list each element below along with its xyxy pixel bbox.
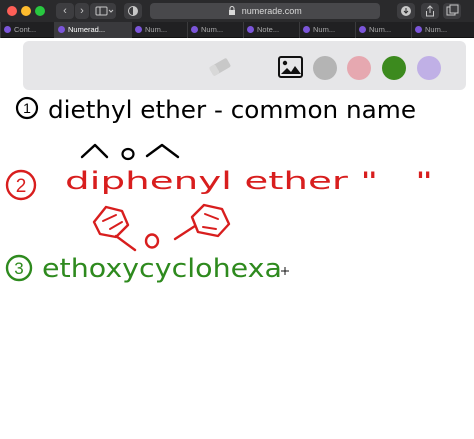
tab-label: Num... — [425, 25, 448, 34]
ethoxycyclohexa-text: ethoxycyclohexa — [42, 254, 282, 284]
handwritten-line-3: 3 ethoxycyclohexa — [5, 254, 289, 284]
back-button[interactable]: ‹ — [56, 3, 74, 19]
tab-label: Num... — [369, 25, 392, 34]
numerade-favicon-icon — [247, 26, 254, 33]
number-2-label: 2 — [16, 176, 27, 197]
handwritten-line-1: 1 diethyl ether - common name — [15, 96, 416, 161]
crosshair-cursor-icon — [281, 267, 289, 275]
number-3-label: 3 — [14, 259, 23, 278]
sidebar-icon — [95, 6, 114, 16]
url-text: numerade.com — [241, 6, 302, 16]
close-window-button[interactable] — [7, 6, 17, 16]
tab-4[interactable]: Note... — [243, 22, 299, 38]
diethyl-ether-text: diethyl ether - common name — [48, 96, 416, 124]
address-bar[interactable]: numerade.com — [150, 3, 380, 19]
whiteboard-area[interactable]: 1 diethyl ether - common name 2 diphenyl… — [0, 39, 474, 439]
ethyl-chain-left — [80, 143, 109, 159]
tab-7[interactable]: Num... — [411, 22, 474, 38]
new-tab-button[interactable] — [443, 3, 461, 19]
handwritten-line-2: 2 diphenyl ether " " — [5, 167, 433, 252]
numerade-favicon-icon — [4, 26, 11, 33]
numerade-favicon-icon — [58, 26, 65, 33]
numerade-favicon-icon — [303, 26, 310, 33]
phenyl-ring-left-bonds — [102, 214, 123, 230]
bond-left — [114, 234, 137, 252]
whiteboard-canvas: 1 diethyl ether - common name 2 diphenyl… — [5, 96, 433, 284]
bond-right — [173, 224, 197, 241]
sidebar-toggle-button[interactable] — [90, 3, 116, 19]
tab-label: Num... — [145, 25, 168, 34]
numerade-favicon-icon — [191, 26, 198, 33]
tab-label: Num... — [313, 25, 336, 34]
numerade-favicon-icon — [415, 26, 422, 33]
share-button[interactable] — [421, 3, 439, 19]
tab-label: Cont... — [14, 25, 37, 34]
tabs-overview-icon — [446, 4, 459, 16]
tab-1[interactable]: Numerad... — [54, 22, 131, 38]
tab-label: Numerad... — [68, 25, 106, 34]
phenyl-ring-right-bonds — [202, 213, 219, 230]
download-icon — [401, 6, 411, 16]
zoom-window-button[interactable] — [35, 6, 45, 16]
number-1-label: 1 — [23, 100, 31, 116]
tab-3[interactable]: Num... — [187, 22, 243, 38]
tab-2[interactable]: Num... — [131, 22, 187, 38]
share-icon — [426, 5, 434, 17]
minimize-window-button[interactable] — [21, 6, 31, 16]
oxygen-atom-red — [144, 233, 160, 249]
diphenyl-ether-text: diphenyl ether " " — [65, 167, 433, 195]
browser-title-bar: ‹ › numerade.com — [0, 0, 474, 22]
tab-5[interactable]: Num... — [299, 22, 355, 38]
privacy-report-button[interactable] — [124, 3, 142, 19]
shield-icon — [128, 6, 138, 16]
forward-button[interactable]: › — [75, 3, 89, 19]
numerade-favicon-icon — [359, 26, 366, 33]
tab-label: Note... — [257, 25, 280, 34]
tab-bar: Cont... Numerad... Num... Num... Note...… — [0, 22, 474, 38]
ethyl-chain-right — [145, 143, 180, 159]
downloads-button[interactable] — [397, 3, 415, 19]
tab-6[interactable]: Num... — [355, 22, 411, 38]
oxygen-atom — [121, 147, 135, 161]
numerade-favicon-icon — [135, 26, 142, 33]
phenyl-ring-right — [190, 203, 231, 238]
tab-0[interactable]: Cont... — [0, 22, 54, 38]
tab-label: Num... — [201, 25, 224, 34]
lock-icon — [229, 6, 236, 15]
